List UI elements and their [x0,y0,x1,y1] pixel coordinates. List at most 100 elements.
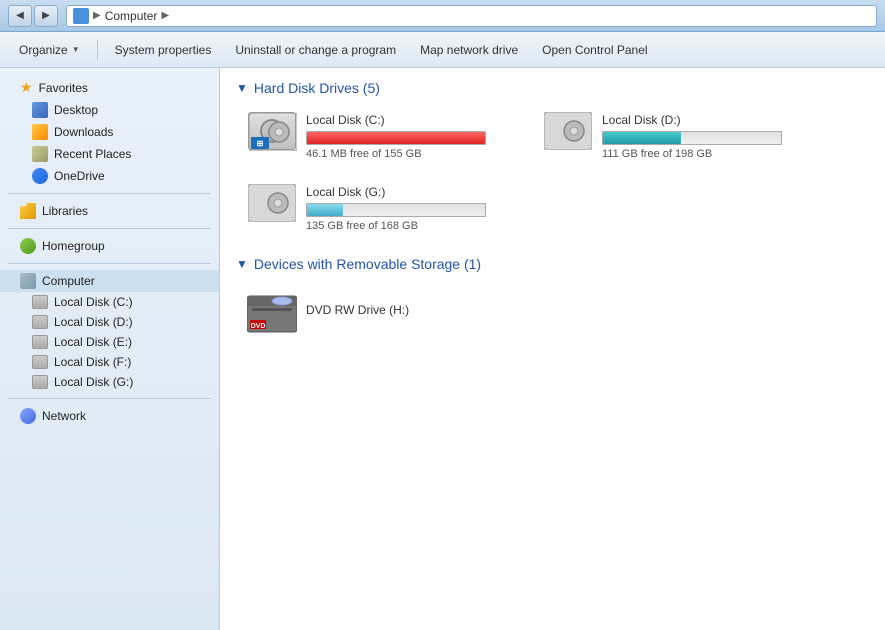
sidebar-item-computer[interactable]: Computer [0,270,219,292]
sidebar-section-homegroup: Homegroup [0,235,219,257]
sidebar-item-homegroup[interactable]: Homegroup [0,235,219,257]
downloads-icon [32,124,48,140]
disk-d-icon [32,315,48,329]
hard-disk-drives-grid: ⊞ Local Disk (C:) 46.1 MB free of 155 GB [236,108,869,236]
progress-bar-d [602,131,782,145]
sidebar-section-computer: Computer Local Disk (C:) Local Disk (D:)… [0,270,219,392]
sidebar-item-downloads[interactable]: Downloads [0,121,219,143]
sidebar-label-favorites: Favorites [39,81,88,95]
recent-places-icon [32,146,48,162]
sidebar-label-recent-places: Recent Places [54,147,131,161]
svg-text:⊞: ⊞ [257,139,264,148]
organize-dropdown-arrow: ▼ [72,45,80,54]
removable-collapse-arrow: ▼ [236,257,248,271]
progress-bar-c [306,131,486,145]
sidebar-item-local-disk-d[interactable]: Local Disk (D:) [0,312,219,332]
libraries-icon [20,203,36,219]
sidebar-label-local-disk-c: Local Disk (C:) [54,295,133,309]
sidebar-label-computer: Computer [42,274,95,288]
drive-info-c: Local Disk (C:) 46.1 MB free of 155 GB [306,113,520,160]
drive-name-d: Local Disk (D:) [602,113,816,127]
drive-item-c[interactable]: ⊞ Local Disk (C:) 46.1 MB free of 155 GB [244,108,524,164]
sidebar-label-onedrive: OneDrive [54,169,105,183]
disk-c-icon [32,295,48,309]
address-bar[interactable]: ▶ Computer ▶ [66,5,877,27]
uninstall-label: Uninstall or change a program [235,43,396,57]
main-layout: ★ Favorites Desktop Downloads Recent Pla… [0,68,885,630]
sidebar-item-onedrive[interactable]: OneDrive [0,165,219,187]
sidebar-section-network: Network [0,405,219,427]
disk-g-icon [32,375,48,389]
drive-name-c: Local Disk (C:) [306,113,520,127]
sidebar-label-local-disk-f: Local Disk (F:) [54,355,131,369]
sidebar-label-local-disk-e: Local Disk (E:) [54,335,132,349]
sidebar-item-libraries[interactable]: Libraries [0,200,219,222]
open-control-panel-label: Open Control Panel [542,43,647,57]
nav-buttons: ◀ ▶ [8,5,58,27]
sidebar-separator-2 [8,228,211,229]
hard-disk-section-title: Hard Disk Drives (5) [254,80,380,96]
desktop-icon [32,102,48,118]
hard-disk-section-header[interactable]: ▼ Hard Disk Drives (5) [236,80,869,96]
svg-text:DVD: DVD [251,323,266,330]
sidebar-label-network: Network [42,409,86,423]
sidebar-label-local-disk-g: Local Disk (G:) [54,375,133,389]
forward-button[interactable]: ▶ [34,5,58,27]
sidebar-item-recent-places[interactable]: Recent Places [0,143,219,165]
sidebar-label-homegroup: Homegroup [42,239,105,253]
star-icon: ★ [20,79,33,96]
content-area: ▼ Hard Disk Drives (5) ⊞ [220,68,885,630]
drive-info-dvd: DVD RW Drive (H:) [306,303,520,321]
hard-disk-collapse-arrow: ▼ [236,81,248,95]
drive-item-g[interactable]: Local Disk (G:) 135 GB free of 168 GB [244,180,524,236]
sidebar-item-local-disk-e[interactable]: Local Disk (E:) [0,332,219,352]
drive-icon-g [248,184,296,232]
drive-item-d[interactable]: Local Disk (D:) 111 GB free of 198 GB [540,108,820,164]
drive-free-g: 135 GB free of 168 GB [306,220,520,232]
toolbar-divider-1 [97,40,98,60]
drive-name-g: Local Disk (G:) [306,185,520,199]
sidebar-item-network[interactable]: Network [0,405,219,427]
system-properties-label: System properties [115,43,212,57]
sidebar-item-local-disk-f[interactable]: Local Disk (F:) [0,352,219,372]
drive-icon-d [544,112,592,160]
address-text: Computer [105,9,158,23]
open-control-panel-button[interactable]: Open Control Panel [531,38,658,62]
sidebar-separator-4 [8,398,211,399]
drive-name-dvd: DVD RW Drive (H:) [306,303,520,317]
onedrive-icon [32,168,48,184]
drive-free-d: 111 GB free of 198 GB [602,148,816,160]
progress-bar-g [306,203,486,217]
sidebar-section-favorites: ★ Favorites Desktop Downloads Recent Pla… [0,76,219,187]
sidebar-item-local-disk-c[interactable]: Local Disk (C:) [0,292,219,312]
drive-free-c: 46.1 MB free of 155 GB [306,148,520,160]
computer-icon [20,273,36,289]
sidebar-item-desktop[interactable]: Desktop [0,99,219,121]
system-properties-button[interactable]: System properties [104,38,223,62]
sidebar-item-local-disk-g[interactable]: Local Disk (G:) [0,372,219,392]
progress-fill-g [307,204,343,216]
removable-section-title: Devices with Removable Storage (1) [254,256,481,272]
back-button[interactable]: ◀ [8,5,32,27]
drive-item-dvd[interactable]: DVD DVD RW Drive (H:) [244,284,524,340]
sidebar-label-desktop: Desktop [54,103,98,117]
homegroup-icon [20,238,36,254]
progress-fill-d [603,132,681,144]
removable-section-header[interactable]: ▼ Devices with Removable Storage (1) [236,256,869,272]
disk-f-icon [32,355,48,369]
sidebar-separator-1 [8,193,211,194]
drive-info-d: Local Disk (D:) 111 GB free of 198 GB [602,113,816,160]
address-end-arrow: ▶ [161,10,169,21]
drive-info-g: Local Disk (G:) 135 GB free of 168 GB [306,185,520,232]
sidebar-separator-3 [8,263,211,264]
sidebar-label-local-disk-d: Local Disk (D:) [54,315,133,329]
hdd-body-c: ⊞ [248,112,296,150]
sidebar: ★ Favorites Desktop Downloads Recent Pla… [0,68,220,630]
uninstall-button[interactable]: Uninstall or change a program [224,38,407,62]
organize-button[interactable]: Organize ▼ [8,38,91,62]
map-network-button[interactable]: Map network drive [409,38,529,62]
removable-drives-grid: DVD DVD RW Drive (H:) [236,284,869,340]
sidebar-label-libraries: Libraries [42,204,88,218]
sidebar-label-downloads: Downloads [54,125,113,139]
sidebar-item-favorites[interactable]: ★ Favorites [0,76,219,99]
